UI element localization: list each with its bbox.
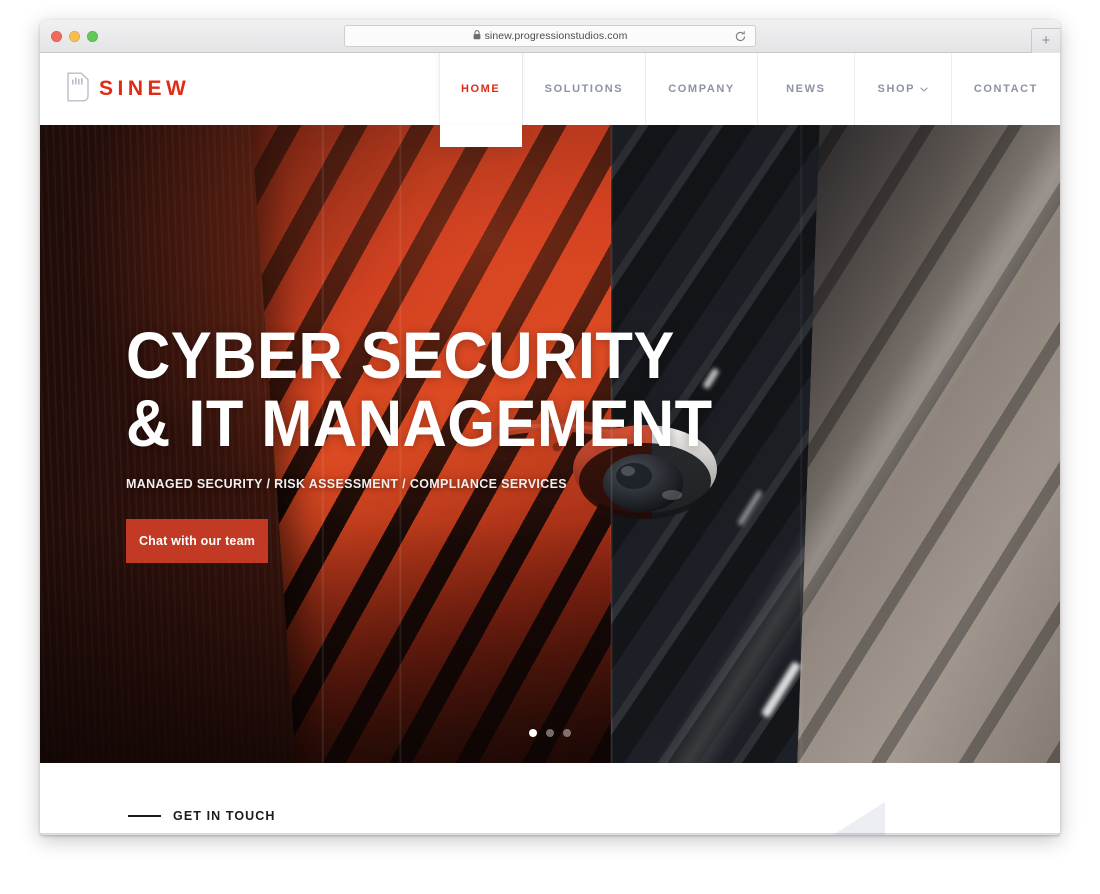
nav-item-shop[interactable]: SHOP xyxy=(853,53,951,125)
nav-item-contact[interactable]: CONTACT xyxy=(950,53,1060,125)
address-bar-url: sinew.progressionstudios.com xyxy=(484,30,628,42)
nav-item-label: CONTACT xyxy=(973,83,1038,95)
chevron-down-icon xyxy=(920,83,928,95)
brand-name: SINEW xyxy=(99,77,191,100)
nav-item-label: COMPANY xyxy=(668,83,735,95)
slider-dot-2[interactable] xyxy=(546,729,554,737)
shield-signal-icon xyxy=(66,72,90,107)
browser-titlebar: sinew.progressionstudios.com + xyxy=(40,20,1060,53)
decorative-triangle xyxy=(833,802,885,835)
nav-item-solutions[interactable]: SOLUTIONS xyxy=(521,53,646,125)
site-header: SINEW HOME SOLUTIONS COMPANY NEWS SHOP C… xyxy=(40,53,1060,147)
lock-icon xyxy=(473,29,481,43)
get-in-touch-label: GET IN TOUCH xyxy=(173,809,276,823)
slider-dot-3[interactable] xyxy=(563,729,571,737)
heading-rule xyxy=(128,815,161,817)
hero-subtitle: MANAGED SECURITY / RISK ASSESSMENT / COM… xyxy=(126,477,567,491)
reload-icon[interactable] xyxy=(734,30,747,48)
nav-item-label: NEWS xyxy=(786,83,826,95)
brand-logo[interactable]: SINEW xyxy=(40,53,190,125)
zoom-window-button[interactable] xyxy=(87,31,98,42)
hero-content: CYBER SECURITY & IT MANAGEMENT MANAGED S… xyxy=(126,321,757,563)
chat-with-team-button[interactable]: Chat with our team xyxy=(126,519,268,563)
nav-item-company[interactable]: COMPANY xyxy=(645,53,757,125)
nav-item-label: HOME xyxy=(460,83,501,95)
main-navigation: HOME SOLUTIONS COMPANY NEWS SHOP CONTACT xyxy=(438,53,1060,147)
nav-item-home[interactable]: HOME xyxy=(438,53,522,147)
browser-window: sinew.progressionstudios.com + SINEW HOM… xyxy=(40,20,1060,835)
hero-title: CYBER SECURITY & IT MANAGEMENT xyxy=(126,321,713,457)
get-in-touch-heading: GET IN TOUCH xyxy=(128,809,276,823)
slider-dot-1[interactable] xyxy=(529,729,537,737)
get-in-touch-section: GET IN TOUCH xyxy=(40,763,1060,835)
nav-item-news[interactable]: NEWS xyxy=(756,53,854,125)
page-viewport: SINEW HOME SOLUTIONS COMPANY NEWS SHOP C… xyxy=(40,53,1060,835)
window-bottom-shadow xyxy=(40,833,1060,837)
screenshot-stage: sinew.progressionstudios.com + SINEW HOM… xyxy=(0,0,1100,894)
slider-pagination xyxy=(40,729,1060,737)
hero-title-line-1: CYBER SECURITY xyxy=(126,318,675,392)
hero-slider: CYBER SECURITY & IT MANAGEMENT MANAGED S… xyxy=(40,125,1060,763)
address-bar[interactable]: sinew.progressionstudios.com xyxy=(344,25,756,47)
window-controls xyxy=(51,31,98,42)
nav-item-label: SOLUTIONS xyxy=(544,83,624,95)
nav-item-label: SHOP xyxy=(877,83,916,95)
new-tab-button[interactable]: + xyxy=(1031,28,1060,53)
close-window-button[interactable] xyxy=(51,31,62,42)
minimize-window-button[interactable] xyxy=(69,31,80,42)
hero-title-line-2: & IT MANAGEMENT xyxy=(126,386,713,460)
